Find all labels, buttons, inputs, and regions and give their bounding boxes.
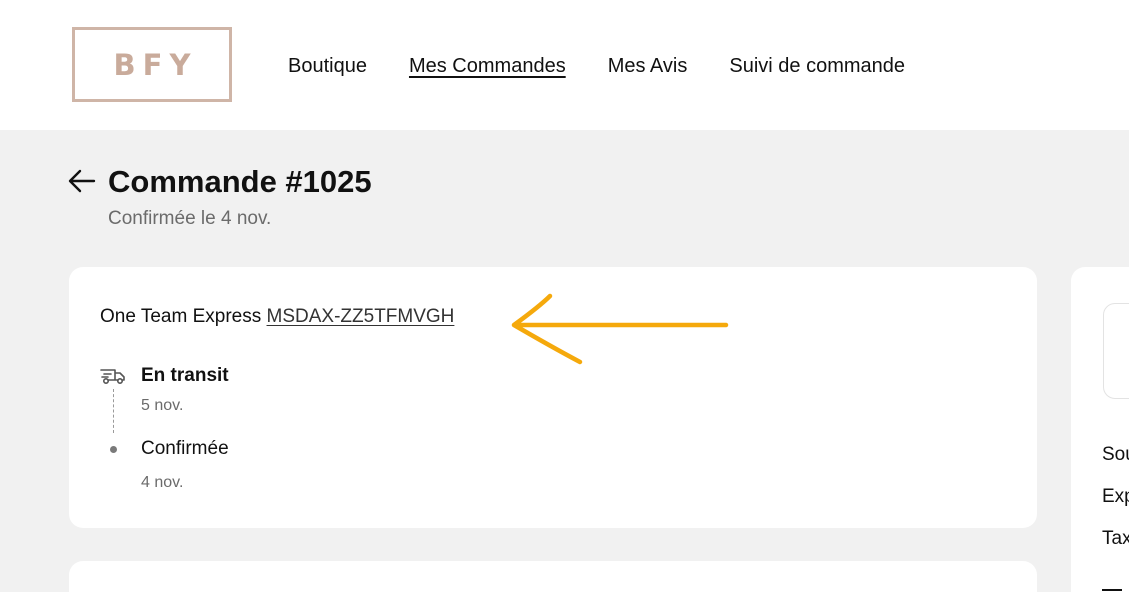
- brand-logo[interactable]: BFY: [72, 27, 232, 102]
- step-title-in-transit: En transit: [141, 365, 229, 386]
- summary-total-rule: [1102, 589, 1122, 591]
- carrier-line: One Team Express MSDAX-ZZ5TFMVGH: [100, 305, 454, 329]
- truck-icon: [100, 369, 125, 385]
- nav-item-suivi-de-commande[interactable]: Suivi de commande: [729, 53, 905, 79]
- timeline-connector: [113, 389, 114, 433]
- carrier-name: One Team Express: [100, 306, 267, 327]
- summary-label-subtotal: Sou: [1102, 444, 1129, 465]
- page-title: Commande #1025: [108, 164, 372, 199]
- timeline-dot: [110, 446, 117, 453]
- step-date-confirmed: 4 nov.: [141, 474, 184, 491]
- nav-item-mes-commandes[interactable]: Mes Commandes: [409, 53, 566, 79]
- order-confirmed-date: Confirmée le 4 nov.: [108, 208, 272, 229]
- summary-box: [1103, 303, 1129, 399]
- step-title-confirmed: Confirmée: [141, 438, 229, 459]
- main-nav: Boutique Mes Commandes Mes Avis Suivi de…: [288, 53, 947, 79]
- summary-label-shipping: Exp: [1102, 486, 1129, 507]
- nav-item-boutique[interactable]: Boutique: [288, 53, 367, 79]
- summary-label-taxes: Tax: [1102, 528, 1129, 549]
- order-summary-card: Sou Exp Tax: [1071, 267, 1129, 592]
- site-header: BFY Boutique Mes Commandes Mes Avis Suiv…: [0, 0, 1129, 130]
- back-arrow-icon[interactable]: [68, 168, 96, 194]
- order-items-card: [69, 561, 1037, 592]
- logo-text: BFY: [113, 47, 198, 82]
- tracking-number-link[interactable]: MSDAX-ZZ5TFMVGH: [267, 306, 455, 327]
- annotation-arrow: [511, 293, 729, 365]
- step-date-in-transit: 5 nov.: [141, 397, 184, 414]
- nav-item-mes-avis[interactable]: Mes Avis: [608, 53, 688, 79]
